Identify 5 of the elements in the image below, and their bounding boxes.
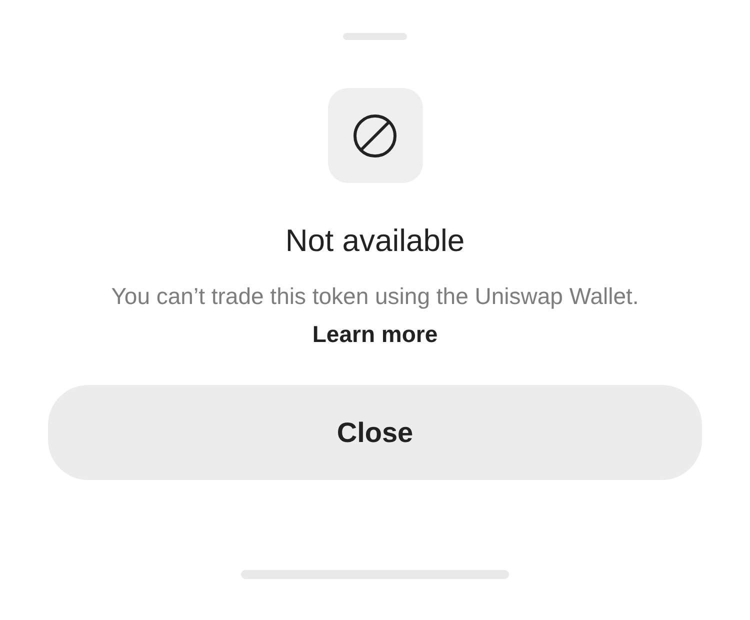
- dialog-message: You can’t trade this token using the Uniswap Wallet.: [111, 282, 639, 311]
- prohibited-icon: [352, 112, 398, 158]
- dialog-title: Not available: [285, 222, 465, 260]
- learn-more-link[interactable]: Learn more: [312, 319, 438, 349]
- close-button[interactable]: Close: [48, 385, 702, 480]
